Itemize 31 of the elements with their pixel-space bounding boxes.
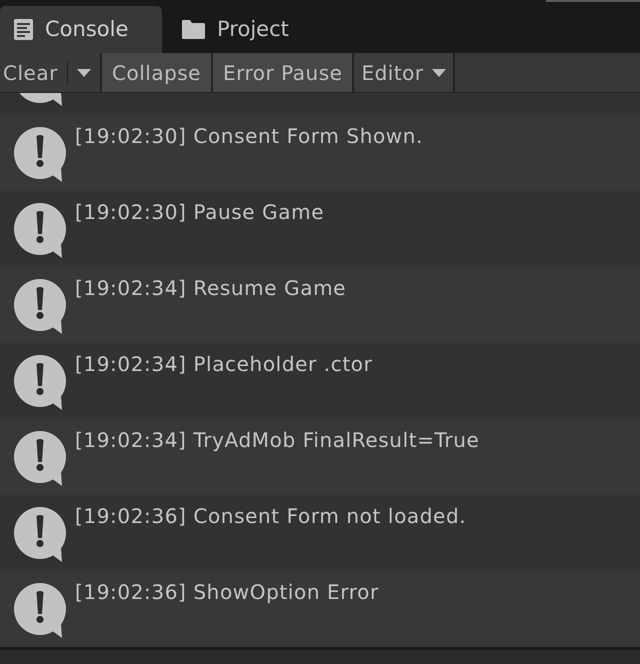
log-entry-row[interactable]: [19:02:30] Consent Form Shown.	[0, 115, 640, 191]
folder-icon	[182, 20, 205, 39]
log-message: [19:02:30] Consent Form Shown.	[75, 124, 423, 148]
log-entry-row[interactable]: [19:02:30] Pause Game	[0, 191, 640, 267]
log-entry-row[interactable]	[0, 93, 640, 115]
toolbar-toggle[interactable]: Collapse	[102, 53, 213, 92]
log-message-icon	[14, 203, 66, 259]
console-icon	[14, 19, 33, 40]
log-entry-row[interactable]: [19:02:36] Consent Form not loaded.	[0, 495, 640, 571]
log-message-icon	[14, 127, 66, 183]
log-entry-row[interactable]: [19:02:34] Resume Game	[0, 267, 640, 343]
log-entry-row[interactable]: [19:02:36] ShowOption Error	[0, 571, 640, 647]
log-message: [19:02:36] ShowOption Error	[75, 580, 379, 604]
log-message-icon	[14, 583, 66, 639]
log-message: [19:02:34] TryAdMob FinalResult=True	[75, 428, 480, 452]
log-message: [19:02:36] Consent Form not loaded.	[75, 504, 466, 528]
log-message: [19:02:30] Pause Game	[75, 200, 324, 224]
log-message-icon	[14, 431, 66, 487]
log-message: [19:02:34] Resume Game	[75, 276, 346, 300]
log-message-icon	[14, 507, 66, 563]
editor-dropdown[interactable]: Editor	[354, 53, 456, 92]
caret-icon	[432, 68, 446, 76]
panel-tab[interactable]: Project	[162, 6, 324, 53]
log-message-icon	[14, 279, 66, 335]
log-entry-row[interactable]: [19:02:34] TryAdMob FinalResult=True	[0, 419, 640, 495]
log-entry-row[interactable]: [19:02:34] Placeholder .ctor	[0, 343, 640, 419]
log-message-icon	[14, 355, 66, 411]
caret-icon	[77, 68, 91, 76]
toolbar-toggle[interactable]: Error Pause	[213, 53, 354, 92]
panel-tab[interactable]: Console	[0, 6, 162, 53]
log-message: [19:02:34] Placeholder .ctor	[75, 352, 372, 376]
